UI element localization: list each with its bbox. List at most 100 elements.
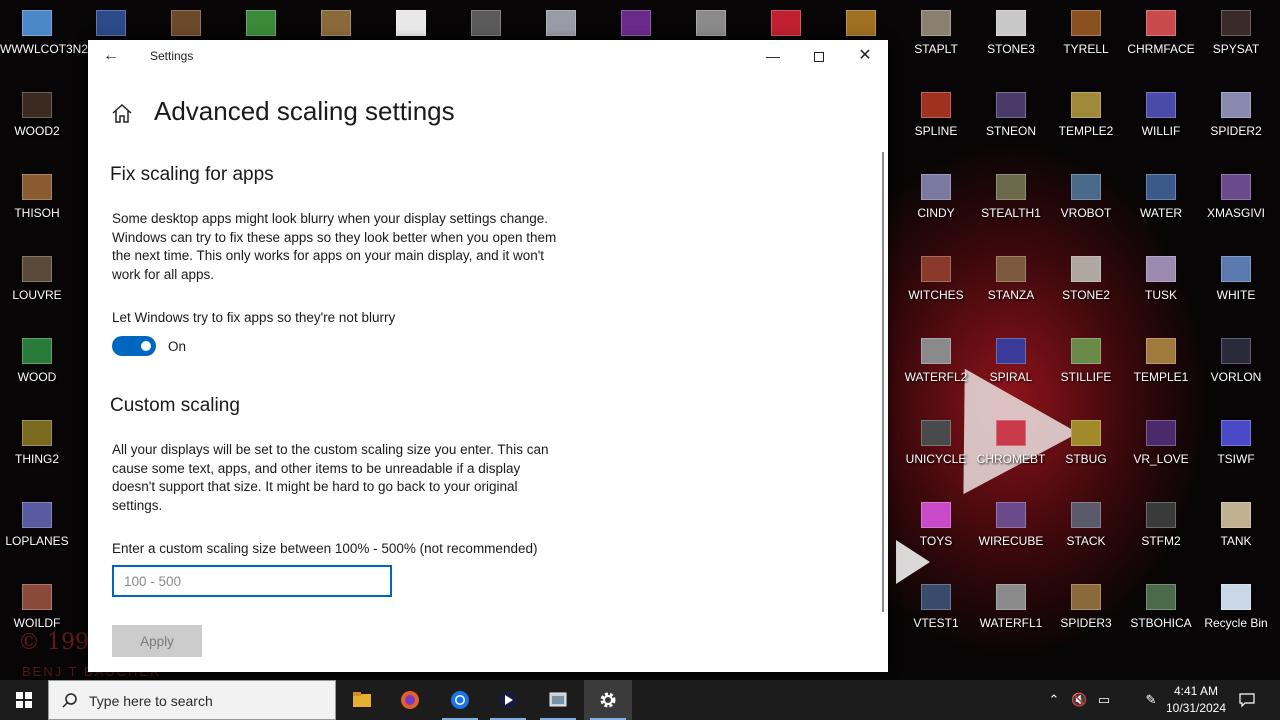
desktop-icon-image <box>1221 584 1251 610</box>
desktop-icon[interactable]: WWWLCOT3N2 Deskt.p <box>0 0 132 80</box>
desktop-icon[interactable]: WOOD <box>0 328 74 408</box>
language-icon[interactable]: ✎ <box>1143 692 1159 708</box>
taskbar-photos[interactable] <box>534 680 582 720</box>
desktop-icon-label: STFM2 <box>1141 534 1181 548</box>
taskbar-settings[interactable] <box>584 680 632 720</box>
taskbar-firefox[interactable] <box>386 680 434 720</box>
volume-muted-icon[interactable]: 🔇 <box>1071 692 1087 708</box>
desktop-icon[interactable]: Recycle Bin <box>1199 574 1273 654</box>
desktop-icon-label: SPLINE <box>914 124 958 138</box>
desktop-icon[interactable]: STBUG <box>1049 410 1123 490</box>
desktop-icon-image <box>996 92 1026 118</box>
desktop-icon[interactable]: SPLINE <box>899 82 973 162</box>
settings-window: ← Settings — ✕ Advanced scaling settings… <box>88 40 888 672</box>
desktop-icon-label: WITCHES <box>908 288 964 302</box>
desktop-icon[interactable]: SPYSAT <box>1199 0 1273 80</box>
desktop-icon[interactable]: STILLIFE <box>1049 328 1123 408</box>
desktop-icon[interactable]: XMASGIVI <box>1199 164 1273 244</box>
close-button[interactable]: ✕ <box>842 40 888 72</box>
desktop-icon[interactable]: WOILDF <box>0 574 74 654</box>
desktop-icon[interactable]: TEMPLE2 <box>1049 82 1123 162</box>
clock-date[interactable]: 10/31/2024 <box>1164 701 1228 715</box>
desktop-icon[interactable]: STAPLT <box>899 0 973 80</box>
notifications-icon[interactable] <box>1239 692 1255 708</box>
taskbar-file-explorer[interactable] <box>338 680 386 720</box>
desktop-icon-label: TSIWF <box>1217 452 1255 466</box>
desktop-icon-image <box>621 10 651 36</box>
desktop-icon[interactable]: CHROMEBT <box>974 410 1048 490</box>
desktop-icon[interactable]: STFM2 <box>1124 492 1198 572</box>
desktop-icon-image <box>22 256 52 282</box>
desktop-icon-label: THING2 <box>14 452 59 466</box>
desktop-icon[interactable]: THING2 <box>0 410 74 490</box>
custom-scaling-description: All your displays will be set to the cus… <box>112 442 549 513</box>
desktop-icon[interactable]: SPIDER2 <box>1199 82 1273 162</box>
desktop-icon[interactable]: STACK <box>1049 492 1123 572</box>
desktop-icon[interactable]: STONE2 <box>1049 246 1123 326</box>
taskbar-search[interactable]: Type here to search <box>48 680 336 720</box>
network-icon[interactable]: ▭ <box>1096 692 1112 708</box>
desktop-icon[interactable]: WIRECUBE <box>974 492 1048 572</box>
desktop-icon[interactable]: CHRMFACE <box>1124 0 1198 80</box>
title-bar[interactable]: ← Settings — ✕ <box>88 40 888 72</box>
desktop-icon[interactable]: WATERFL2 <box>899 328 973 408</box>
apply-button[interactable]: Apply <box>112 625 202 657</box>
desktop-icon[interactable]: SPIRAL <box>974 328 1048 408</box>
desktop-icon-image <box>1221 174 1251 200</box>
desktop-icon[interactable]: WATERFL1 <box>974 574 1048 654</box>
desktop-icon-image <box>921 256 951 282</box>
desktop-icon[interactable]: VTEST1 <box>899 574 973 654</box>
minimize-button[interactable]: — <box>750 40 796 72</box>
desktop-icon[interactable]: THISOH <box>0 164 74 244</box>
desktop-icon[interactable]: STONE3 <box>974 0 1048 80</box>
desktop-icon-image <box>396 10 426 36</box>
settings-icon <box>600 692 616 708</box>
desktop-icon[interactable]: VORLON <box>1199 328 1273 408</box>
desktop-icon-label: SPIRAL <box>989 370 1033 384</box>
desktop-icon[interactable]: VR_LOVE <box>1124 410 1198 490</box>
desktop-icon[interactable]: STBOHICA <box>1124 574 1198 654</box>
desktop-icon[interactable]: WOOD2 <box>0 82 74 162</box>
desktop-icon-image <box>1071 92 1101 118</box>
desktop-icon-image <box>171 10 201 36</box>
desktop-icon[interactable]: TEMPLE1 <box>1124 328 1198 408</box>
taskbar-media-player[interactable] <box>484 680 532 720</box>
desktop-icon[interactable]: TYRELL <box>1049 0 1123 80</box>
desktop-icon[interactable]: WITCHES <box>899 246 973 326</box>
start-button[interactable] <box>0 680 48 720</box>
desktop-icon[interactable]: WATER <box>1124 164 1198 244</box>
desktop-icon[interactable]: TSIWF <box>1199 410 1273 490</box>
clock-time[interactable]: 4:41 AM <box>1164 684 1228 698</box>
desktop-icon[interactable]: CINDY <box>899 164 973 244</box>
desktop-icon[interactable]: WHITE <box>1199 246 1273 326</box>
custom-scaling-input[interactable] <box>112 565 392 597</box>
desktop-icon-image <box>1221 10 1251 36</box>
fix-scaling-heading: Fix scaling for apps <box>110 164 274 185</box>
desktop-icon[interactable]: TANK <box>1199 492 1273 572</box>
desktop-icon-label: TEMPLE1 <box>1133 370 1189 384</box>
desktop-icon[interactable]: SPIDER3 <box>1049 574 1123 654</box>
desktop-icon[interactable]: UNICYCLE <box>899 410 973 490</box>
home-icon[interactable] <box>110 102 134 126</box>
fix-apps-toggle[interactable] <box>112 336 156 356</box>
desktop-icon[interactable]: VROBOT <box>1049 164 1123 244</box>
desktop-icon-label: TYRELL <box>1063 42 1109 56</box>
desktop-icon[interactable]: TOYS <box>899 492 973 572</box>
desktop-icon-image <box>1071 502 1101 528</box>
desktop-icon[interactable]: STEALTH1 <box>974 164 1048 244</box>
desktop-icon-image <box>1071 338 1101 364</box>
desktop-icon[interactable]: TUSK <box>1124 246 1198 326</box>
desktop-icon-label: XMASGIVI <box>1206 206 1265 220</box>
desktop-icon[interactable]: STNEON <box>974 82 1048 162</box>
search-placeholder: Type here to search <box>89 693 213 709</box>
taskbar-chrome[interactable] <box>436 680 484 720</box>
desktop-icon[interactable]: STANZA <box>974 246 1048 326</box>
desktop-icon-image <box>1146 420 1176 446</box>
desktop-icon[interactable]: WILLIF <box>1124 82 1198 162</box>
desktop-icon[interactable]: LOPLANES <box>0 492 74 572</box>
desktop-icon[interactable]: LOUVRE <box>0 246 74 326</box>
scrollbar[interactable] <box>882 152 884 612</box>
maximize-button[interactable] <box>796 40 842 72</box>
back-button[interactable]: ← <box>100 46 122 66</box>
show-hidden-icons-icon[interactable]: ⌃ <box>1046 692 1062 708</box>
